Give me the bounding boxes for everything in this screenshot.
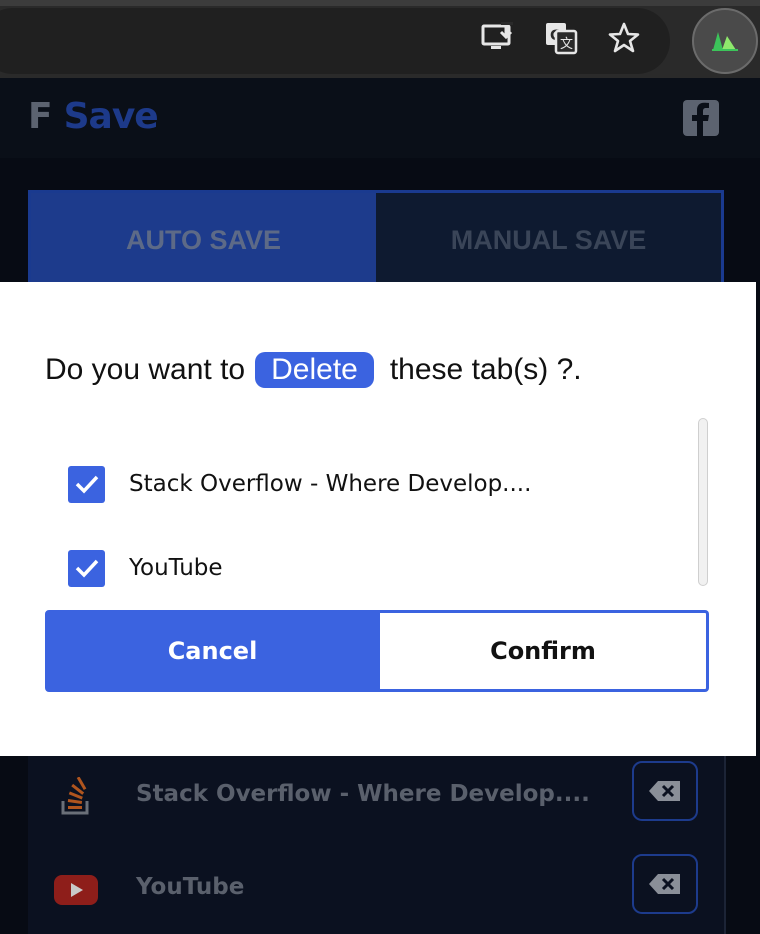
tab-manual-save[interactable]: MANUAL SAVE [376,193,721,287]
checklist-item-label: YouTube [129,555,223,581]
checklist-item[interactable]: Stack Overflow - Where Develop.... [68,442,688,526]
app-logo: F Save [28,96,159,137]
browser-toolbar: G 文 [0,0,760,78]
toolbar-edge [0,0,760,6]
checklist-scrollbar[interactable] [698,418,708,586]
backspace-icon [649,781,680,801]
cancel-button[interactable]: Cancel [45,610,380,692]
translate-icon[interactable]: G 文 [543,20,579,56]
svg-text:文: 文 [560,37,573,52]
action-badge: Delete [255,352,374,388]
extension-button[interactable] [692,8,758,74]
tab-checklist: Stack Overflow - Where Develop.... YouTu… [68,442,688,610]
checklist-item-label: Stack Overflow - Where Develop.... [129,471,532,497]
checkbox[interactable] [68,549,105,587]
popup-header: F Save [0,78,760,158]
list-item-label: Stack Overflow - Where Develop.... [136,781,590,807]
checkmark-icon [75,559,98,578]
mode-tabs: AUTO SAVE MANUAL SAVE [28,190,724,290]
youtube-icon [54,868,98,912]
confirm-button[interactable]: Confirm [380,610,709,692]
logo-letter: F [28,96,53,137]
bookmark-star-icon[interactable] [606,20,642,56]
checklist-item[interactable]: YouTube [68,526,688,610]
question-prefix: Do you want to [45,353,246,386]
tab-auto-save[interactable]: AUTO SAVE [31,193,376,287]
install-app-icon[interactable] [480,20,516,56]
logo-text: Save [63,96,159,137]
facebook-icon[interactable] [683,100,719,136]
backspace-icon [649,874,680,894]
extension-icon [712,32,738,51]
checkmark-icon [75,475,98,494]
delete-button[interactable] [632,761,698,821]
dialog-actions: Cancel Confirm [45,610,709,692]
delete-button[interactable] [632,854,698,914]
saved-tabs-list: Stack Overflow - Where Develop.... YouTu… [28,753,726,934]
checkbox[interactable] [68,465,105,503]
list-item[interactable]: YouTube [28,846,726,934]
list-item[interactable]: Stack Overflow - Where Develop.... [28,753,726,843]
delete-confirm-dialog: Do you want to Delete these tab(s) ?. St… [0,282,756,756]
question-suffix: these tab(s) ?. [389,353,582,386]
list-item-label: YouTube [136,874,245,900]
stackoverflow-icon [54,775,98,819]
dialog-question: Do you want to Delete these tab(s) ?. [45,352,582,388]
